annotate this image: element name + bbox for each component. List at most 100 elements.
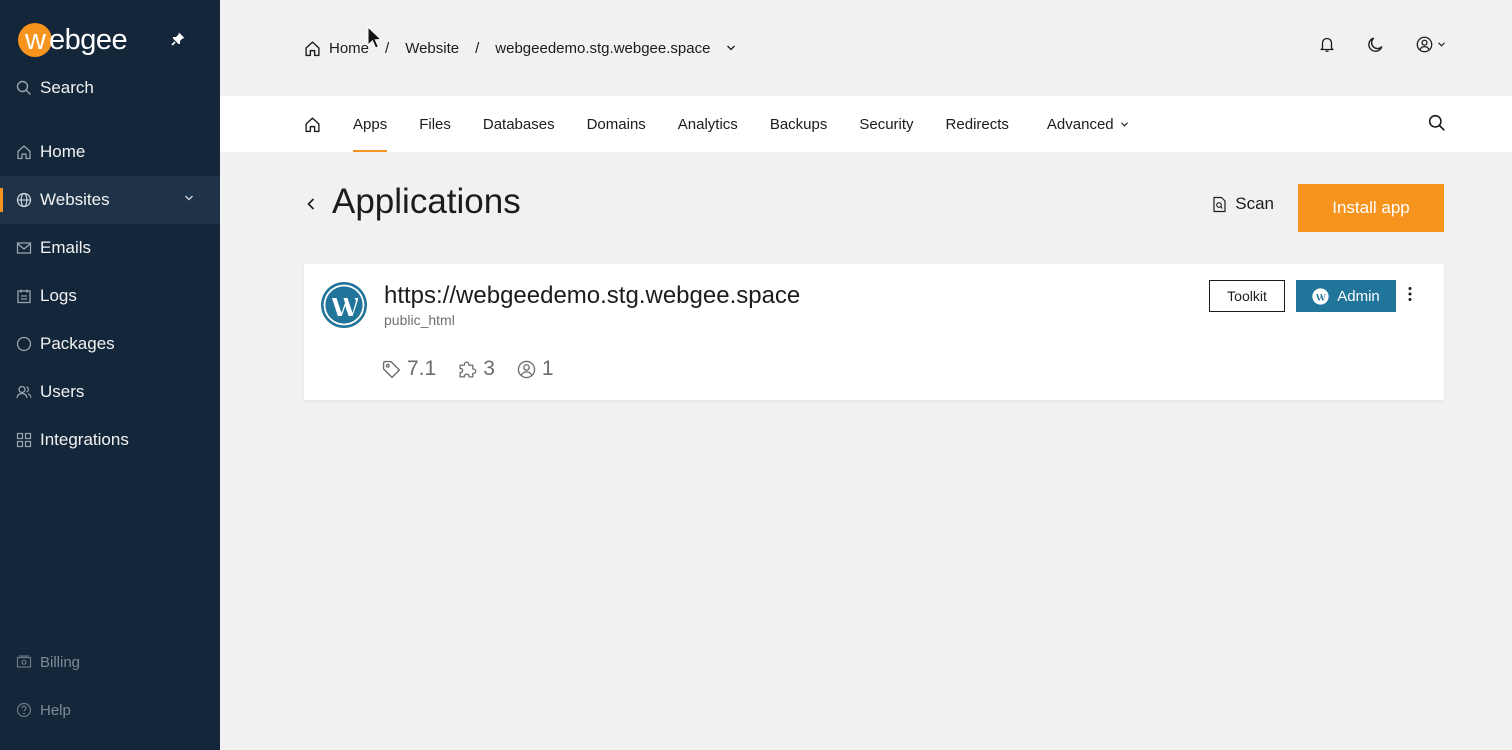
wp-admin-button[interactable]: Admin [1296, 280, 1396, 312]
sidebar-item-label: Home [40, 142, 86, 161]
breadcrumb-domain-label: webgeedemo.stg.webgee.space [495, 39, 711, 57]
pin-icon[interactable] [170, 31, 186, 47]
moon-icon [1367, 36, 1384, 53]
toolkit-button[interactable]: Toolkit [1209, 280, 1285, 312]
sidebar-search[interactable]: Search [16, 76, 94, 100]
puzzle-icon [458, 360, 477, 379]
user-circle-icon [517, 360, 536, 379]
tab-label: Databases [482, 115, 555, 133]
breadcrumb-home[interactable]: Home [304, 40, 369, 57]
theme-toggle-button[interactable] [1367, 36, 1384, 53]
mouse-cursor-icon [367, 26, 383, 50]
more-options-icon[interactable] [1408, 286, 1412, 302]
sidebar-item-label: Billing [40, 653, 81, 671]
grid-icon [16, 432, 32, 448]
tab-list: Apps Files Databases Domains Analytics B… [304, 96, 1161, 152]
install-app-button[interactable]: Install app [1298, 184, 1444, 232]
app-users: 1 [517, 357, 554, 381]
breadcrumb-website[interactable]: Website [405, 40, 459, 57]
app-url-link[interactable]: https://webgeedemo.stg.webgee.space [384, 282, 800, 310]
sidebar: w ebgee Search Home Websites Emails Logs… [0, 0, 220, 750]
back-chevron-icon[interactable] [304, 196, 318, 212]
sidebar-item-home[interactable]: Home [0, 128, 220, 176]
bell-icon [1319, 36, 1335, 53]
breadcrumb-home-label: Home [329, 39, 370, 57]
app-version-value: 7.1 [407, 357, 437, 380]
chevron-down-icon [1120, 121, 1129, 128]
help-icon [16, 702, 32, 718]
tab-databases[interactable]: Databases [483, 96, 555, 152]
tab-domains[interactable]: Domains [587, 96, 646, 152]
billing-icon [16, 654, 32, 670]
tab-label: Apps [353, 115, 388, 133]
sidebar-item-label: Users [40, 382, 85, 401]
page-title: Applications [332, 182, 521, 221]
logo-text: ebgee [49, 23, 128, 56]
tab-analytics[interactable]: Analytics [678, 96, 738, 152]
app-path: public_html [384, 312, 455, 328]
wordpress-icon [320, 281, 368, 329]
breadcrumb-website-label: Website [405, 39, 460, 57]
webgee-logo[interactable]: w ebgee [18, 20, 128, 60]
wp-admin-label: Admin [1337, 287, 1380, 305]
tab-label: Files [419, 115, 451, 133]
search-icon[interactable] [1428, 114, 1446, 132]
website-tabbar: Apps Files Databases Domains Analytics B… [220, 96, 1512, 152]
sidebar-item-label: Emails [40, 238, 92, 257]
breadcrumb-separator: / [475, 39, 480, 57]
sidebar-item-label: Packages [40, 334, 115, 353]
wordpress-icon [1312, 287, 1329, 305]
logo-mark: w [18, 23, 52, 57]
sidebar-item-packages[interactable]: Packages [0, 320, 220, 368]
tab-redirects[interactable]: Redirects [946, 96, 1009, 152]
app-version: 7.1 [382, 357, 436, 381]
breadcrumb-separator: / [385, 39, 390, 57]
sidebar-item-users[interactable]: Users [0, 368, 220, 416]
chevron-down-icon[interactable] [184, 194, 194, 202]
page-header: Applications Scan Install app [304, 180, 1444, 232]
sidebar-item-label: Integrations [40, 430, 129, 449]
tab-security[interactable]: Security [859, 96, 913, 152]
tab-label: Analytics [677, 115, 738, 133]
home-icon [16, 144, 32, 160]
tab-apps[interactable]: Apps [353, 96, 388, 152]
home-icon [304, 40, 321, 57]
sidebar-item-logs[interactable]: Logs [0, 272, 220, 320]
scan-button[interactable]: Scan [1212, 194, 1274, 214]
sidebar-item-label: Help [40, 701, 71, 719]
tab-files[interactable]: Files [419, 96, 451, 152]
search-icon [16, 80, 32, 96]
header-actions [1319, 36, 1446, 53]
sidebar-item-help[interactable]: Help [0, 686, 220, 734]
file-search-icon [1212, 196, 1227, 213]
logs-icon [16, 288, 32, 304]
mail-icon [16, 240, 32, 256]
tag-icon [382, 360, 401, 379]
notifications-button[interactable] [1319, 36, 1335, 53]
sidebar-item-label: Logs [40, 286, 77, 305]
tab-label: Redirects [945, 115, 1009, 133]
sidebar-item-billing[interactable]: Billing [0, 638, 220, 686]
users-icon [16, 384, 32, 400]
chevron-down-icon [1437, 41, 1446, 48]
user-circle-icon [1416, 36, 1433, 53]
tab-backups[interactable]: Backups [770, 96, 828, 152]
tab-label: Advanced [1046, 115, 1114, 133]
sidebar-item-websites[interactable]: Websites [0, 176, 220, 224]
app-users-value: 1 [541, 357, 554, 380]
chevron-down-icon [726, 44, 736, 52]
breadcrumb-domain-select[interactable]: webgeedemo.stg.webgee.space [495, 40, 736, 57]
app-plugins: 3 [458, 357, 495, 381]
sidebar-item-integrations[interactable]: Integrations [0, 416, 220, 464]
tab-overview[interactable] [304, 96, 321, 152]
circle-icon [16, 336, 32, 352]
sidebar-item-label: Websites [40, 190, 110, 209]
tab-label: Domains [586, 115, 646, 133]
account-menu-button[interactable] [1416, 36, 1446, 53]
home-icon [304, 116, 321, 133]
sidebar-item-emails[interactable]: Emails [0, 224, 220, 272]
sidebar-search-label: Search [40, 78, 94, 97]
scan-label: Scan [1235, 194, 1274, 213]
tab-advanced[interactable]: Advanced [1047, 96, 1129, 152]
tab-label: Security [859, 115, 914, 133]
